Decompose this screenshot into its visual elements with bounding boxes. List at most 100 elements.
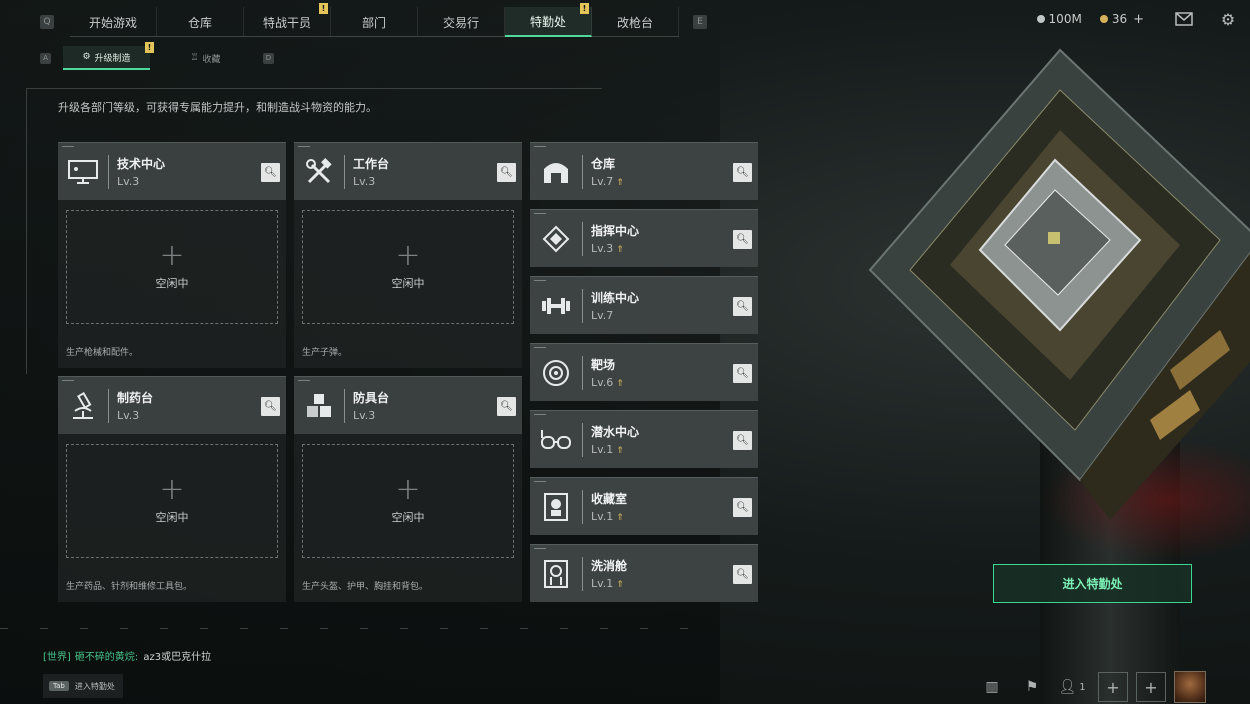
production-slot[interactable]: + 空闲中	[302, 210, 514, 324]
bar-chart-icon: ▥	[985, 679, 999, 695]
inspect-button[interactable]: 🔍︎	[733, 364, 752, 383]
workshop-description: 生产子弹。	[302, 348, 348, 358]
workshop-card-tech-center: 技术中心 Lv.3 🔍︎ + 空闲中 生产枪械和配件。	[58, 142, 286, 368]
tab-hint[interactable]: Tab 进入特勤处	[43, 674, 123, 698]
slot-status: 空闲中	[155, 277, 189, 290]
inspect-button[interactable]: 🔍︎	[733, 230, 752, 249]
department-level: Lv.7	[591, 175, 614, 188]
silver-currency[interactable]: 100M	[1036, 12, 1082, 26]
notification-badge: !	[145, 42, 154, 53]
add-icon: +	[395, 238, 421, 273]
background-cube-art	[868, 48, 1250, 520]
tab-special-ops[interactable]: 特勤处 !	[505, 3, 592, 37]
production-slot[interactable]: + 空闲中	[302, 444, 514, 558]
department-command-center[interactable]: 指挥中心 Lv.3 ⇑ 🔍︎	[530, 209, 758, 267]
stats-button[interactable]: ▥	[974, 670, 1010, 704]
divider	[27, 88, 602, 89]
department-decontamination[interactable]: 洗消舱 Lv.1 ⇑ 🔍︎	[530, 544, 758, 602]
sub-navigation: A ⚙ 升级制造 ! ♖ 收藏 D	[40, 42, 274, 70]
team-button[interactable]: 👤︎ 1	[1054, 670, 1090, 704]
inspect-button[interactable]: 🔍︎	[733, 431, 752, 450]
workshop-card-armor-bench: 防具台 Lv.3 🔍︎ + 空闲中 生产头盔、护甲、胸挂和背包。	[294, 376, 522, 602]
tab-label: 特勤处	[529, 14, 566, 29]
gold-amount: 36	[1111, 12, 1128, 26]
tab-departments[interactable]: 部门	[331, 7, 418, 37]
workshop-title: 制药台	[117, 391, 154, 405]
workshop-header[interactable]: 防具台 Lv.3 🔍︎	[294, 376, 522, 434]
inspect-button[interactable]: 🔍︎	[733, 297, 752, 316]
department-title: 潜水中心	[591, 425, 640, 439]
production-slot[interactable]: + 空闲中	[66, 210, 278, 324]
flag-button[interactable]: ⚑	[1014, 670, 1050, 704]
workshop-header[interactable]: 工作台 Lv.3 🔍︎	[294, 142, 522, 200]
add-member-slot[interactable]: +	[1098, 672, 1128, 702]
tab-warehouse[interactable]: 仓库	[157, 7, 244, 37]
inspect-button[interactable]: 🔍︎	[497, 397, 516, 416]
department-diving-center[interactable]: 潜水中心 Lv.1 ⇑ 🔍︎	[530, 410, 758, 468]
subtab-label: 升级制造	[94, 53, 131, 64]
workshop-card-workbench: 工作台 Lv.3 🔍︎ + 空闲中 生产子弹。	[294, 142, 522, 368]
tab-gunsmith[interactable]: 改枪台	[592, 7, 679, 37]
workshop-level: Lv.3	[353, 409, 376, 422]
inspect-button[interactable]: 🔍︎	[733, 498, 752, 517]
plus-icon: +	[1106, 677, 1120, 697]
target-icon	[530, 344, 582, 402]
flag-icon: ⚑	[1025, 679, 1039, 695]
production-slot[interactable]: + 空闲中	[66, 444, 278, 558]
inspect-button[interactable]: 🔍︎	[261, 397, 280, 416]
tab-start-game[interactable]: 开始游戏	[70, 7, 157, 37]
separator	[344, 388, 345, 423]
chat-line: [世界] 砸不碎的黄烷: az3或巴克什拉	[43, 648, 211, 663]
upgrade-arrow-icon: ⇑	[616, 178, 624, 188]
workshop-header[interactable]: 技术中心 Lv.3 🔍︎	[58, 142, 286, 200]
tab-label: 交易行	[442, 15, 479, 30]
inspect-button[interactable]: 🔍︎	[733, 565, 752, 584]
inspect-button[interactable]: 🔍︎	[261, 163, 280, 182]
workshop-header[interactable]: 制药台 Lv.3 🔍︎	[58, 376, 286, 434]
tab-label: 开始游戏	[88, 15, 137, 30]
command-icon	[530, 210, 582, 268]
inspect-button[interactable]: 🔍︎	[497, 163, 516, 182]
workshop-title: 工作台	[353, 157, 390, 171]
department-title: 靶场	[591, 358, 616, 372]
separator	[582, 154, 583, 189]
subnav-right-key-hint: D	[263, 52, 274, 64]
add-icon: +	[159, 238, 185, 273]
search-icon: 🔍︎	[736, 569, 749, 580]
gold-currency[interactable]: 36 +	[1099, 12, 1144, 27]
search-icon: 🔍︎	[736, 234, 749, 245]
department-training-center[interactable]: 训练中心 Lv.7 🔍︎	[530, 276, 758, 334]
tab-trading[interactable]: 交易行	[418, 7, 505, 37]
collection-icon	[530, 478, 582, 536]
divider	[26, 88, 27, 374]
subtab-label: 收藏	[202, 54, 221, 65]
inspect-button[interactable]: 🔍︎	[733, 163, 752, 182]
settings-button[interactable]: ⚙	[1206, 0, 1250, 38]
search-icon: 🔍︎	[736, 368, 749, 379]
department-collection-room[interactable]: 收藏室 Lv.1 ⇑ 🔍︎	[530, 477, 758, 535]
separator	[108, 154, 109, 189]
subtab-collection[interactable]: ♖ 收藏	[162, 46, 249, 70]
gear-icon: ⚙	[1220, 9, 1236, 29]
department-shooting-range[interactable]: 靶场 Lv.6 ⇑ 🔍︎	[530, 343, 758, 401]
nav-tabs: 开始游戏 仓库 特战干员 ! 部门 交易行 特勤处 ! 改枪台	[70, 3, 679, 37]
search-icon: 🔍︎	[500, 401, 513, 412]
add-member-slot[interactable]: +	[1136, 672, 1166, 702]
chat-username[interactable]: 砸不碎的黄烷:	[75, 652, 138, 663]
subnav-left-key-hint: A	[40, 52, 51, 64]
upgrade-arrow-icon: ⇑	[616, 379, 624, 389]
enter-special-ops-button[interactable]: 进入特勤处	[993, 564, 1192, 603]
player-avatar[interactable]	[1174, 671, 1206, 703]
main-navigation: Q 开始游戏 仓库 特战干员 ! 部门 交易行 特勤处 ! 改枪台 E	[40, 3, 707, 37]
tab-label: 特战干员	[262, 15, 311, 30]
computer-icon	[58, 143, 108, 201]
department-warehouse[interactable]: 仓库 Lv.7 ⇑ 🔍︎	[530, 142, 758, 200]
gold-coin-icon	[1099, 15, 1108, 23]
tab-label: 部门	[361, 15, 386, 30]
workshop-level: Lv.3	[353, 175, 376, 188]
workshop-description: 生产枪械和配件。	[66, 348, 139, 358]
tab-operators[interactable]: 特战干员 !	[244, 3, 331, 37]
mail-icon	[1175, 12, 1193, 26]
mail-button[interactable]	[1162, 0, 1206, 38]
subtab-upgrade-craft[interactable]: ⚙ 升级制造 !	[63, 42, 154, 70]
